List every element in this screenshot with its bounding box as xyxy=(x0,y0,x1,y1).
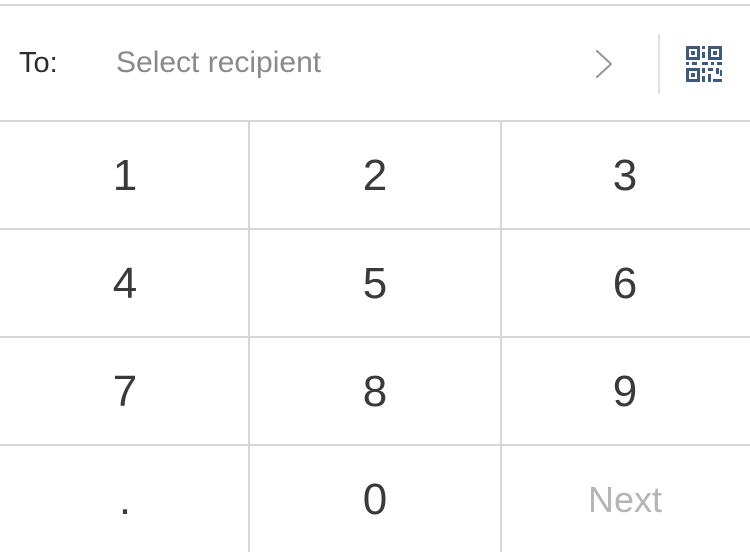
key-6[interactable]: 6 xyxy=(500,230,750,338)
key-7[interactable]: 7 xyxy=(0,338,250,446)
numeric-keypad: 1 2 3 4 5 6 7 8 9 . 0 Next xyxy=(0,120,750,552)
select-recipient-field[interactable]: Select recipient xyxy=(100,30,640,96)
qr-code-icon[interactable] xyxy=(676,36,732,92)
next-button[interactable]: Next xyxy=(500,446,750,552)
divider xyxy=(658,34,660,94)
key-4[interactable]: 4 xyxy=(0,230,250,338)
recipient-placeholder: Select recipient xyxy=(116,46,322,79)
key-1[interactable]: 1 xyxy=(0,122,250,230)
key-decimal-point[interactable]: . xyxy=(0,446,250,552)
key-0[interactable]: 0 xyxy=(250,446,500,552)
key-3[interactable]: 3 xyxy=(500,122,750,230)
payment-screen: To: Select recipient 1 2 3 4 5 6 7 8 9 .… xyxy=(0,0,750,552)
chevron-right-icon xyxy=(595,49,613,79)
key-8[interactable]: 8 xyxy=(250,338,500,446)
recipient-row: To: Select recipient xyxy=(0,6,750,120)
key-9[interactable]: 9 xyxy=(500,338,750,446)
key-5[interactable]: 5 xyxy=(250,230,500,338)
key-2[interactable]: 2 xyxy=(250,122,500,230)
to-label: To: xyxy=(19,47,58,79)
